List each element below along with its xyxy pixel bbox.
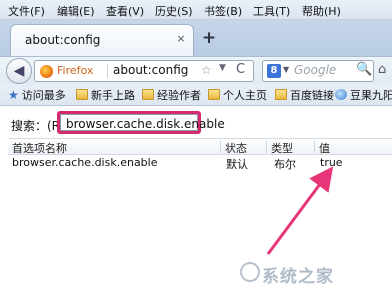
folder-icon bbox=[275, 89, 287, 100]
bookmark-most-visited[interactable]: ★ 访问最多 bbox=[8, 87, 66, 103]
home-icon[interactable]: ⌂ bbox=[378, 62, 392, 77]
column-header-type[interactable]: 类型 bbox=[271, 140, 293, 156]
column-divider[interactable] bbox=[314, 141, 315, 153]
column-header-name[interactable]: 首选项名称 bbox=[12, 140, 67, 156]
folder-icon bbox=[142, 89, 154, 100]
url-text[interactable]: about:config bbox=[113, 63, 188, 77]
reload-icon[interactable]: C bbox=[236, 62, 245, 77]
search-bar[interactable]: 8 ▼ Google 🔍 bbox=[262, 60, 374, 82]
google-icon[interactable]: 8 bbox=[267, 64, 281, 78]
globe-icon bbox=[335, 89, 347, 100]
bookmarks-toolbar: ★ 访问最多 新手上路 经验作者 个人主页 百度链接 豆果九阳 bbox=[0, 84, 392, 106]
firefox-icon bbox=[40, 65, 53, 78]
bookmark-experience-authors[interactable]: 经验作者 bbox=[142, 87, 201, 103]
column-divider[interactable] bbox=[266, 141, 267, 153]
column-header-status[interactable]: 状态 bbox=[225, 140, 247, 156]
tab-strip: about:config × + bbox=[0, 20, 392, 56]
menu-help[interactable]: 帮助(H) bbox=[302, 3, 341, 19]
bookmark-douguo-joyoung[interactable]: 豆果九阳 bbox=[335, 87, 392, 103]
new-tab-button[interactable]: + bbox=[200, 29, 218, 47]
back-button[interactable]: ◀ bbox=[6, 58, 32, 84]
folder-icon bbox=[208, 89, 220, 100]
config-search-value: browser.cache.disk.enable bbox=[66, 117, 225, 131]
menu-view[interactable]: 查看(V) bbox=[106, 3, 144, 19]
tab-title: about:config bbox=[25, 33, 101, 47]
tab-about-config[interactable]: about:config × bbox=[10, 24, 194, 56]
star-icon[interactable]: ☆ bbox=[201, 63, 212, 77]
pref-type-cell: 布尔 bbox=[274, 158, 296, 171]
folder-icon bbox=[76, 89, 88, 100]
pref-value-cell: true bbox=[320, 156, 343, 169]
pref-status-cell: 默认 bbox=[226, 158, 248, 171]
menu-tools[interactable]: 工具(T) bbox=[253, 3, 290, 19]
column-divider[interactable] bbox=[220, 141, 221, 153]
config-search-input[interactable]: browser.cache.disk.enable bbox=[57, 111, 225, 134]
menu-bookmarks[interactable]: 书签(B) bbox=[204, 3, 242, 19]
navigation-bar: ◀ Firefox about:config ☆ ▼ C 8 ▼ Google … bbox=[0, 56, 392, 84]
url-divider bbox=[107, 64, 108, 78]
close-icon[interactable]: × bbox=[174, 32, 188, 46]
menu-bar: 文件(F) 编辑(E) 查看(V) 历史(S) 书签(B) 工具(T) 帮助(H… bbox=[0, 0, 392, 20]
bookmark-baidu-links[interactable]: 百度链接 bbox=[275, 87, 334, 103]
bookmark-getting-started[interactable]: 新手上路 bbox=[76, 87, 135, 103]
menu-edit[interactable]: 编辑(E) bbox=[57, 3, 95, 19]
bookmark-personal-homepage[interactable]: 个人主页 bbox=[208, 87, 267, 103]
search-icon[interactable]: 🔍 bbox=[356, 62, 372, 77]
watermark-logo-icon bbox=[240, 262, 260, 282]
table-row[interactable]: browser.cache.disk.enable 默认 布尔 true bbox=[8, 155, 392, 172]
menu-file[interactable]: 文件(F) bbox=[8, 3, 45, 19]
pref-name-cell: browser.cache.disk.enable bbox=[12, 156, 158, 169]
watermark-text: 系统之家 bbox=[262, 267, 334, 287]
search-engine-dropdown-icon[interactable]: ▼ bbox=[283, 65, 289, 74]
chevron-down-icon[interactable]: ▼ bbox=[219, 63, 226, 73]
table-header: 首选项名称 状态 类型 值 bbox=[8, 138, 392, 155]
menu-history[interactable]: 历史(S) bbox=[155, 3, 193, 19]
site-identity-label[interactable]: Firefox bbox=[57, 64, 93, 77]
url-bar[interactable]: Firefox about:config ☆ ▼ C bbox=[34, 60, 254, 82]
config-search-field[interactable]: browser.cache.disk.enable bbox=[60, 114, 225, 131]
star-icon: ★ bbox=[8, 88, 19, 102]
column-header-value[interactable]: 值 bbox=[319, 140, 330, 156]
search-input[interactable]: Google bbox=[294, 63, 336, 77]
